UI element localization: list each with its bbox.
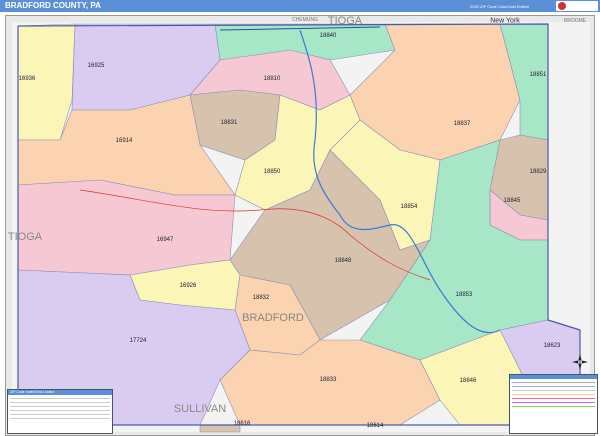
zip-label-16936[interactable]: 16936 [19, 76, 36, 82]
zip-label-18846[interactable]: 18846 [460, 378, 477, 384]
zip-label-16925[interactable]: 16925 [88, 63, 105, 69]
zip-label-18614[interactable]: 18614 [367, 423, 384, 429]
neighbor-label: CHEMUNG [292, 17, 318, 23]
zip-label-18829[interactable]: 18829 [530, 169, 547, 175]
zip-label-18853[interactable]: 18853 [456, 292, 473, 298]
map-legend [509, 374, 598, 434]
zip-label-18832[interactable]: 18832 [253, 295, 270, 301]
zip-label-18833[interactable]: 18833 [320, 377, 337, 383]
zip-label-16947[interactable]: 16947 [157, 237, 174, 243]
zip-code-index: ZIP Code Index/Grid Locator [7, 389, 113, 434]
legend-title-bar [510, 375, 597, 379]
zip-label-18848[interactable]: 18848 [335, 258, 352, 264]
zip-label-18623[interactable]: 18623 [544, 343, 561, 349]
zip-label-16914[interactable]: 16914 [116, 138, 133, 144]
zip-label-16926[interactable]: 16926 [180, 283, 197, 289]
zip-label-18854[interactable]: 18854 [401, 204, 418, 210]
zip-label-18831[interactable]: 18831 [221, 120, 238, 126]
neighbor-label: TIOGA [7, 231, 43, 243]
zip-label-18845[interactable]: 18845 [504, 198, 521, 204]
zip-label-18616[interactable]: 18616 [234, 421, 251, 427]
index-title: ZIP Code Index/Grid Locator [8, 390, 112, 395]
neighbor-label: TIOGA [327, 15, 363, 27]
zip-label-18837[interactable]: 18837 [454, 121, 471, 127]
neighbor-label: SULLIVAN [173, 403, 227, 415]
zip-label-18850[interactable]: 18850 [264, 169, 281, 175]
neighbor-label: New York [490, 17, 520, 25]
neighbor-label: BROOME [563, 18, 587, 24]
zip-label-18810[interactable]: 18810 [264, 76, 281, 82]
zip-label-17724[interactable]: 17724 [130, 338, 147, 344]
neighbor-label: BRADFORD [242, 312, 304, 324]
zip-label-18840[interactable]: 18840 [320, 33, 337, 39]
zip-label-18851[interactable]: 18851 [530, 72, 547, 78]
